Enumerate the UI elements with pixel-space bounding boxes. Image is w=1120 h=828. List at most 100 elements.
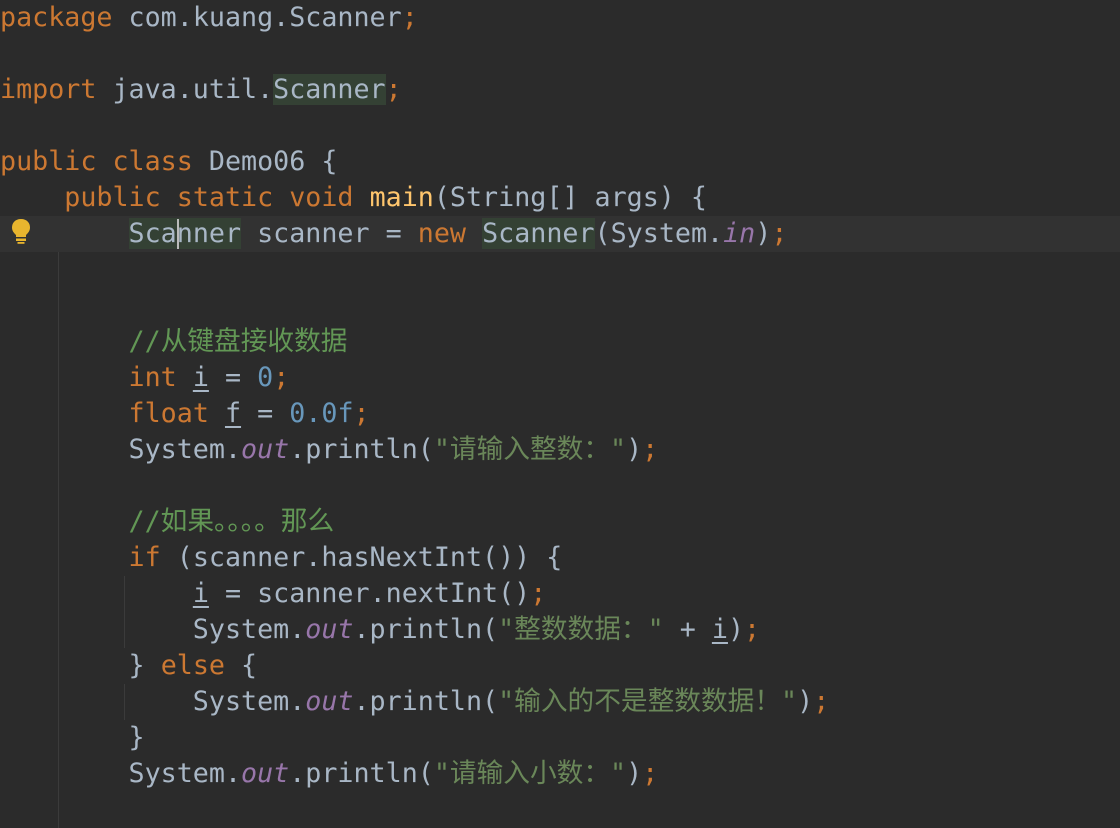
keyword-token: float	[128, 398, 209, 429]
code-line-22[interactable]: System.out.println("请输入小数：");	[0, 756, 1120, 792]
code-token: .println(	[353, 686, 499, 717]
code-token: Demo06 {	[192, 146, 338, 177]
keyword-token: new	[417, 218, 466, 249]
variable-token: i	[192, 578, 209, 609]
method-name-token: main	[369, 182, 434, 213]
code-token: =	[241, 398, 290, 429]
code-line-13[interactable]: System.out.println("请输入整数：");	[0, 432, 1120, 468]
keyword-token: else	[160, 650, 225, 681]
keyword-token: if	[128, 542, 161, 573]
code-token: }	[0, 722, 145, 753]
code-editor[interactable]: package com.kuang.Scanner; import java.ut…	[0, 0, 1120, 828]
comment-token: //如果。。。。那么	[128, 506, 335, 537]
code-token: scanner =	[241, 218, 418, 249]
keyword-token: ;	[771, 218, 788, 249]
code-token: )	[727, 614, 745, 645]
code-line-11[interactable]: int i = 0;	[0, 360, 1120, 396]
code-token: }	[0, 650, 161, 681]
code-token: System.	[0, 686, 306, 717]
number-literal-token: 0	[257, 362, 274, 393]
keyword-token: ;	[744, 614, 761, 645]
static-field-token: out	[305, 686, 354, 717]
keyword-token: ;	[353, 398, 370, 429]
keyword-token: int	[128, 362, 177, 393]
code-token: = scanner.nextInt()	[208, 578, 531, 609]
code-line-19[interactable]: } else {	[0, 648, 1120, 684]
keyword-token: public class	[0, 146, 193, 177]
keyword-token: ;	[401, 2, 418, 33]
code-line-1[interactable]: package com.kuang.Scanner;	[0, 0, 1120, 36]
static-field-token: out	[241, 758, 290, 789]
keyword-token: import	[0, 74, 97, 105]
keyword-token: package	[0, 2, 113, 33]
code-line-12[interactable]: float f = 0.0f;	[0, 396, 1120, 432]
variable-token: i	[711, 614, 728, 645]
number-literal-token: 0.0f	[289, 398, 354, 429]
code-token: (String[] args) {	[433, 182, 708, 213]
code-line-21[interactable]: }	[0, 720, 1120, 756]
code-token: .println(	[289, 434, 434, 465]
code-line-14[interactable]	[0, 468, 1120, 504]
string-literal-token: "请输入小数："	[433, 758, 627, 789]
keyword-token: ;	[642, 434, 659, 465]
variable-token: f	[224, 398, 242, 429]
code-token: .println(	[289, 758, 434, 789]
code-token: java.util.	[96, 74, 274, 105]
code-line-5[interactable]: public class Demo06 {	[0, 144, 1120, 180]
string-literal-token: "整数数据："	[498, 614, 664, 645]
code-line-8[interactable]	[0, 252, 1120, 288]
code-token: )	[626, 434, 643, 465]
variable-token: i	[192, 362, 209, 393]
code-token: System.	[0, 758, 242, 789]
code-token: .println(	[353, 614, 499, 645]
code-token: com.kuang.Scanner	[112, 2, 402, 33]
code-line-20[interactable]: System.out.println("输入的不是整数数据！");	[0, 684, 1120, 720]
keyword-token: ;	[273, 362, 290, 393]
code-token: )	[797, 686, 814, 717]
highlighted-class-token: Scanner	[482, 218, 595, 249]
static-field-token: out	[305, 614, 354, 645]
code-token: System.	[0, 434, 242, 465]
code-line-2[interactable]	[0, 36, 1120, 72]
keyword-token: ;	[642, 758, 659, 789]
lightbulb-icon[interactable]	[10, 218, 32, 244]
code-line-10[interactable]: //从键盘接收数据	[0, 324, 1120, 360]
text-caret	[176, 219, 179, 249]
keyword-token: ;	[385, 74, 402, 105]
keyword-token: ;	[813, 686, 830, 717]
code-line-15[interactable]: //如果。。。。那么	[0, 504, 1120, 540]
string-literal-token: "输入的不是整数数据！"	[498, 686, 798, 717]
code-line-18[interactable]: System.out.println("整数数据：" + i);	[0, 612, 1120, 648]
static-field-token: out	[241, 434, 290, 465]
code-token: =	[208, 362, 258, 393]
code-token: (System.	[594, 218, 724, 249]
code-line-17[interactable]: i = scanner.nextInt();	[0, 576, 1120, 612]
code-token: {	[224, 650, 258, 681]
code-line-6[interactable]: public static void main(String[] args) {	[0, 180, 1120, 216]
code-line-7[interactable]: Scanner scanner = new Scanner(System.in)…	[0, 216, 1120, 252]
code-token: (scanner.hasNextInt()) {	[160, 542, 563, 573]
static-field-token: in	[723, 218, 756, 249]
highlighted-class-token: Scanner	[128, 218, 242, 249]
code-token: +	[663, 614, 712, 645]
code-token: )	[626, 758, 643, 789]
code-token: )	[755, 218, 772, 249]
comment-token: //从键盘接收数据	[128, 326, 348, 357]
code-line-4[interactable]	[0, 108, 1120, 144]
code-line-9[interactable]	[0, 288, 1120, 324]
code-token: System.	[0, 614, 306, 645]
code-line-3[interactable]: import java.util.Scanner;	[0, 72, 1120, 108]
keyword-token: public static void	[64, 182, 354, 213]
code-line-16[interactable]: if (scanner.hasNextInt()) {	[0, 540, 1120, 576]
